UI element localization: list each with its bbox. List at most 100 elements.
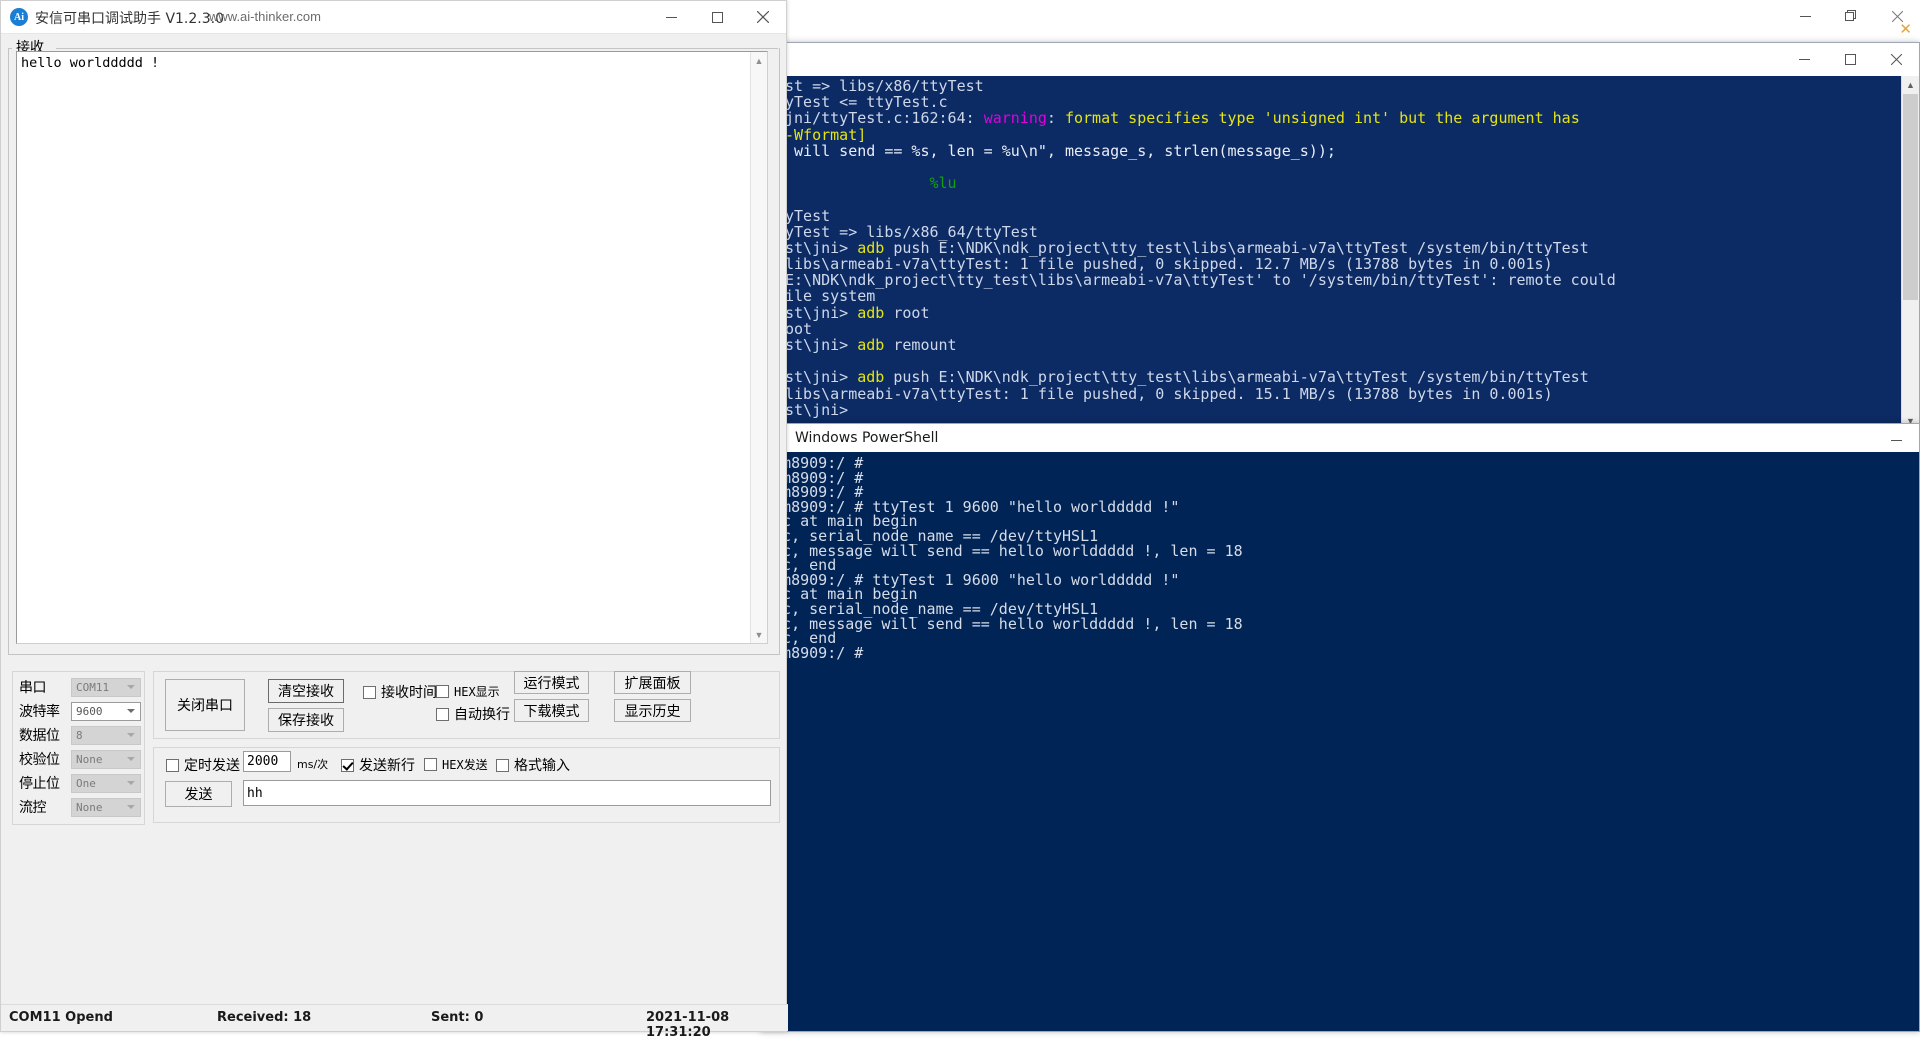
cmd-maximize-button[interactable] — [1827, 43, 1873, 75]
config-row-stopbits: 停止位 One — [19, 772, 141, 794]
cmd-output-area[interactable]: st => libs/x86/ttyTest yTest <= ttyTest.c… — [781, 76, 1919, 429]
timed-interval-value: 2000 — [247, 754, 279, 769]
serial-maximize-button[interactable] — [694, 1, 740, 33]
chevron-down-icon — [127, 733, 135, 737]
cmd-minimize-button[interactable] — [1781, 43, 1827, 75]
config-row-parity: 校验位 None — [19, 748, 141, 770]
stopbits-select[interactable]: One — [71, 773, 141, 793]
timed-send-checkbox[interactable]: 定时发送 — [166, 755, 240, 775]
port-select[interactable]: COM11 — [71, 677, 141, 697]
download-mode-button[interactable]: 下载模式 — [514, 699, 589, 722]
send-text-value: hh — [247, 785, 263, 801]
auto-wrap-checkbox[interactable]: 自动换行 — [436, 704, 510, 724]
app-logo-icon: Ai — [10, 8, 28, 26]
receive-time-checkbox[interactable]: 接收时间 — [363, 682, 437, 702]
parity-select[interactable]: None — [71, 749, 141, 769]
expand-panel-button[interactable]: 扩展面板 — [614, 671, 691, 694]
checkbox-box — [436, 685, 449, 698]
config-row-flowcontrol: 流控 None — [19, 796, 141, 818]
cmd-close-button[interactable] — [1873, 43, 1919, 75]
cmd-output-line: yTest <= ttyTest.c — [785, 93, 948, 112]
chevron-down-icon — [127, 709, 135, 713]
baudrate-select[interactable]: 9600 — [71, 701, 141, 721]
hex-display-checkbox[interactable]: HEX显示 — [436, 683, 500, 700]
cmd-output-line: st\jni> adb remount — [785, 336, 957, 354]
hex-send-checkbox[interactable]: HEX发送 — [424, 756, 488, 773]
format-input-label: 格式输入 — [514, 758, 570, 774]
cmd-window-controls — [1781, 43, 1919, 75]
timed-interval-input[interactable]: 2000 — [243, 751, 291, 772]
send-newline-label: 发送新行 — [359, 758, 415, 774]
serial-minimize-button[interactable] — [648, 1, 694, 33]
config-label-baud: 波特率 — [19, 704, 60, 720]
config-label-flowcontrol: 流控 — [19, 800, 47, 816]
powershell-titlebar[interactable]: Windows PowerShell — [761, 424, 1919, 452]
status-received: Received: 18 — [217, 1010, 312, 1025]
checkbox-box — [341, 758, 354, 772]
serial-titlebar[interactable]: Ai 安信可串口调试助手 V1.2.3.0 www.ai-thinker.com — [1, 1, 786, 34]
cmd-output-line: st\jni> — [785, 400, 849, 419]
send-newline-checkbox[interactable]: 发送新行 — [341, 755, 415, 775]
statusbar: COM11 Opend Received: 18 Sent: 0 2021-11… — [1, 1004, 788, 1040]
databits-select[interactable]: 8 — [71, 725, 141, 745]
timed-interval-unit: ms/次 — [297, 758, 329, 771]
save-receive-button[interactable]: 保存接收 — [268, 708, 344, 732]
hex-display-label: HEX显示 — [454, 685, 500, 699]
config-label-port: 串口 — [19, 680, 47, 696]
status-datetime: 2021-11-08 17:31:20 — [646, 1010, 730, 1040]
auto-wrap-label: 自动换行 — [454, 707, 510, 723]
show-history-button[interactable]: 显示历史 — [614, 699, 691, 722]
serial-close-button[interactable] — [740, 1, 786, 33]
bg-minimize-button[interactable] — [1782, 0, 1828, 32]
group-border-right — [56, 48, 778, 49]
receive-scrollbar[interactable]: ▲ ▼ — [750, 52, 767, 643]
cmd-output-text: st => libs/x86/ttyTest yTest <= ttyTest.c… — [785, 78, 1897, 418]
cmd-output-line: -Wformat] — [785, 125, 867, 144]
receive-scroll-down-icon[interactable]: ▼ — [751, 626, 767, 643]
checkbox-box — [436, 707, 449, 721]
run-mode-button[interactable]: 运行模式 — [514, 671, 589, 694]
cmd-output-line: libs\armeabi-v7a\ttyTest: 1 file pushed,… — [785, 255, 1553, 274]
serial-window-controls — [648, 1, 786, 33]
clear-receive-button[interactable]: 清空接收 — [268, 679, 344, 703]
bg-close-button[interactable] — [1874, 0, 1920, 32]
flowcontrol-select[interactable]: None — [71, 797, 141, 817]
cmd-output-line — [785, 191, 1897, 207]
send-button[interactable]: 发送 — [165, 781, 232, 807]
cmd-output-line: will send == %s, len = %u\n", message_s,… — [785, 141, 1336, 160]
powershell-window[interactable]: Windows PowerShell msm8909:/ #msm8909:/ … — [760, 423, 1920, 1032]
cmd-output-line: yTest — [785, 206, 831, 225]
serial-debug-assistant-window[interactable]: Ai 安信可串口调试助手 V1.2.3.0 www.ai-thinker.com… — [0, 0, 788, 1040]
receive-textarea[interactable]: hello worlddddd ! ▲ ▼ — [16, 51, 768, 644]
status-port-state: COM11 Opend — [9, 1010, 113, 1025]
receive-scroll-up-icon[interactable]: ▲ — [751, 52, 767, 69]
cmd-output-line: E:\NDK\ndk_project\tty_test\libs\armeabi… — [785, 271, 1616, 290]
cmd-output-line: st\jni> adb push E:\NDK\ndk_project\tty_… — [785, 368, 1589, 387]
cmd-output-line: oot — [785, 319, 813, 338]
cmd-scroll-up-icon[interactable]: ▲ — [1902, 76, 1919, 93]
receive-content: hello worlddddd ! — [21, 55, 160, 71]
powershell-output-line: msm8909:/ # — [764, 643, 864, 662]
config-label-stopbits: 停止位 — [19, 776, 60, 792]
chevron-down-icon — [127, 685, 135, 689]
receive-group: 接收 hello worlddddd ! ▲ ▼ — [8, 37, 780, 661]
powershell-title: Windows PowerShell — [795, 430, 939, 446]
checkbox-box — [363, 685, 376, 699]
format-input-checkbox[interactable]: 格式输入 — [496, 755, 570, 775]
cmd-titlebar[interactable] — [781, 43, 1919, 76]
cmd-scrollbar[interactable]: ▲ ▼ — [1901, 76, 1919, 429]
chevron-down-icon — [127, 805, 135, 809]
checkbox-box — [166, 758, 179, 772]
cmd-output-line: st\jni> adb push E:\NDK\ndk_project\tty_… — [785, 238, 1589, 257]
close-port-button[interactable]: 关闭串口 — [165, 679, 245, 731]
cmd-output-line: ile system — [785, 287, 876, 306]
cmd-output-line: st\jni> adb root — [785, 303, 930, 322]
cmd-output-line — [785, 353, 1897, 369]
timed-send-label: 定时发送 — [184, 758, 240, 774]
bg-restore-button[interactable] — [1828, 0, 1874, 32]
cmd-terminal-window[interactable]: st => libs/x86/ttyTest yTest <= ttyTest.c… — [780, 42, 1920, 430]
powershell-output-area[interactable]: msm8909:/ # msm8909:/ # msm8909:/ # msm8909… — [761, 452, 1919, 1031]
cmd-scroll-thumb[interactable] — [1903, 94, 1918, 300]
send-text-input[interactable]: hh — [243, 780, 771, 806]
port-select-value: COM11 — [76, 680, 110, 694]
